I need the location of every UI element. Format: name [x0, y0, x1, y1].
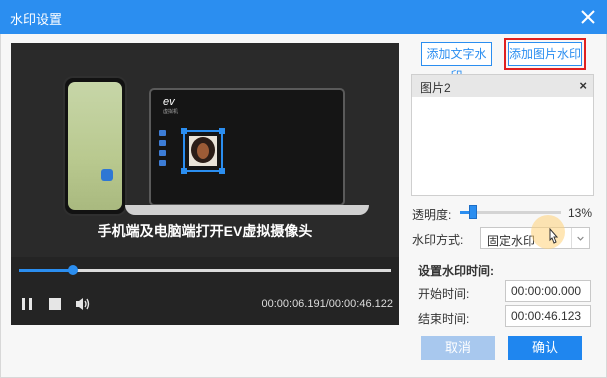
desktop-icons — [159, 130, 167, 174]
cursor-icon — [549, 228, 559, 244]
volume-icon[interactable] — [74, 296, 92, 312]
close-icon[interactable] — [577, 6, 599, 28]
dialog-body: ev 虚拟机 手机端及电脑端打开EV虚拟摄像头 00:00:06.191/00:… — [0, 34, 607, 378]
laptop-sublabel: 虚拟机 — [163, 109, 179, 115]
opacity-value: 13% — [568, 206, 593, 220]
resize-handle[interactable] — [181, 168, 187, 174]
start-time-field[interactable]: 00:00:00.000 — [505, 280, 591, 302]
phone-screen — [68, 82, 122, 210]
end-time-field[interactable]: 00:00:46.123 — [505, 305, 591, 327]
chevron-down-icon[interactable] — [571, 228, 589, 248]
mode-select-value: 固定水印 — [487, 234, 536, 248]
resize-handle[interactable] — [219, 168, 225, 174]
video-preview[interactable]: ev 虚拟机 手机端及电脑端打开EV虚拟摄像头 00:00:06.191/00:… — [11, 43, 399, 325]
video-timecode: 00:00:06.191/00:00:46.122 — [261, 298, 393, 310]
opacity-label: 透明度: — [412, 208, 452, 222]
start-time-label: 开始时间: — [418, 287, 470, 301]
add-image-watermark-button[interactable]: 添加图片水印 — [504, 38, 586, 70]
add-text-watermark-button[interactable]: 添加文字水印 — [421, 42, 492, 83]
ok-button[interactable]: 确认 — [508, 336, 582, 360]
window-title: 水印设置 — [10, 12, 63, 27]
list-item[interactable]: 图片2 × — [412, 75, 593, 97]
watermark-portrait — [189, 136, 217, 166]
seek-handle[interactable] — [67, 265, 78, 275]
watermark-image-box[interactable] — [181, 128, 225, 174]
laptop-image: ev 虚拟机 — [125, 88, 369, 215]
preview-stage: ev 虚拟机 手机端及电脑端打开EV虚拟摄像头 — [11, 43, 399, 257]
seek-bar[interactable] — [19, 265, 391, 275]
opacity-slider[interactable] — [460, 205, 561, 219]
opacity-slider-handle[interactable] — [469, 205, 478, 219]
seek-bar-fill — [19, 269, 73, 272]
laptop-base — [125, 205, 369, 215]
video-caption: 手机端及电脑端打开EV虚拟摄像头 — [97, 223, 313, 239]
stop-icon[interactable] — [47, 296, 63, 312]
pause-icon[interactable] — [19, 296, 35, 312]
phone-image — [63, 76, 127, 216]
app-icon — [101, 169, 113, 181]
watermark-list: 图片2 × — [411, 74, 594, 196]
title-bar: 水印设置 — [0, 0, 607, 34]
resize-handle[interactable] — [219, 128, 225, 134]
cancel-button[interactable]: 取消 — [421, 336, 495, 360]
laptop-logo: ev — [163, 96, 175, 108]
time-section-label: 设置水印时间: — [418, 264, 494, 278]
mode-label: 水印方式: — [412, 233, 464, 247]
close-icon[interactable]: × — [579, 78, 587, 93]
laptop-screen: ev 虚拟机 — [149, 88, 345, 206]
end-time-label: 结束时间: — [418, 312, 470, 326]
list-item-label: 图片2 — [420, 81, 451, 95]
resize-handle[interactable] — [181, 128, 187, 134]
